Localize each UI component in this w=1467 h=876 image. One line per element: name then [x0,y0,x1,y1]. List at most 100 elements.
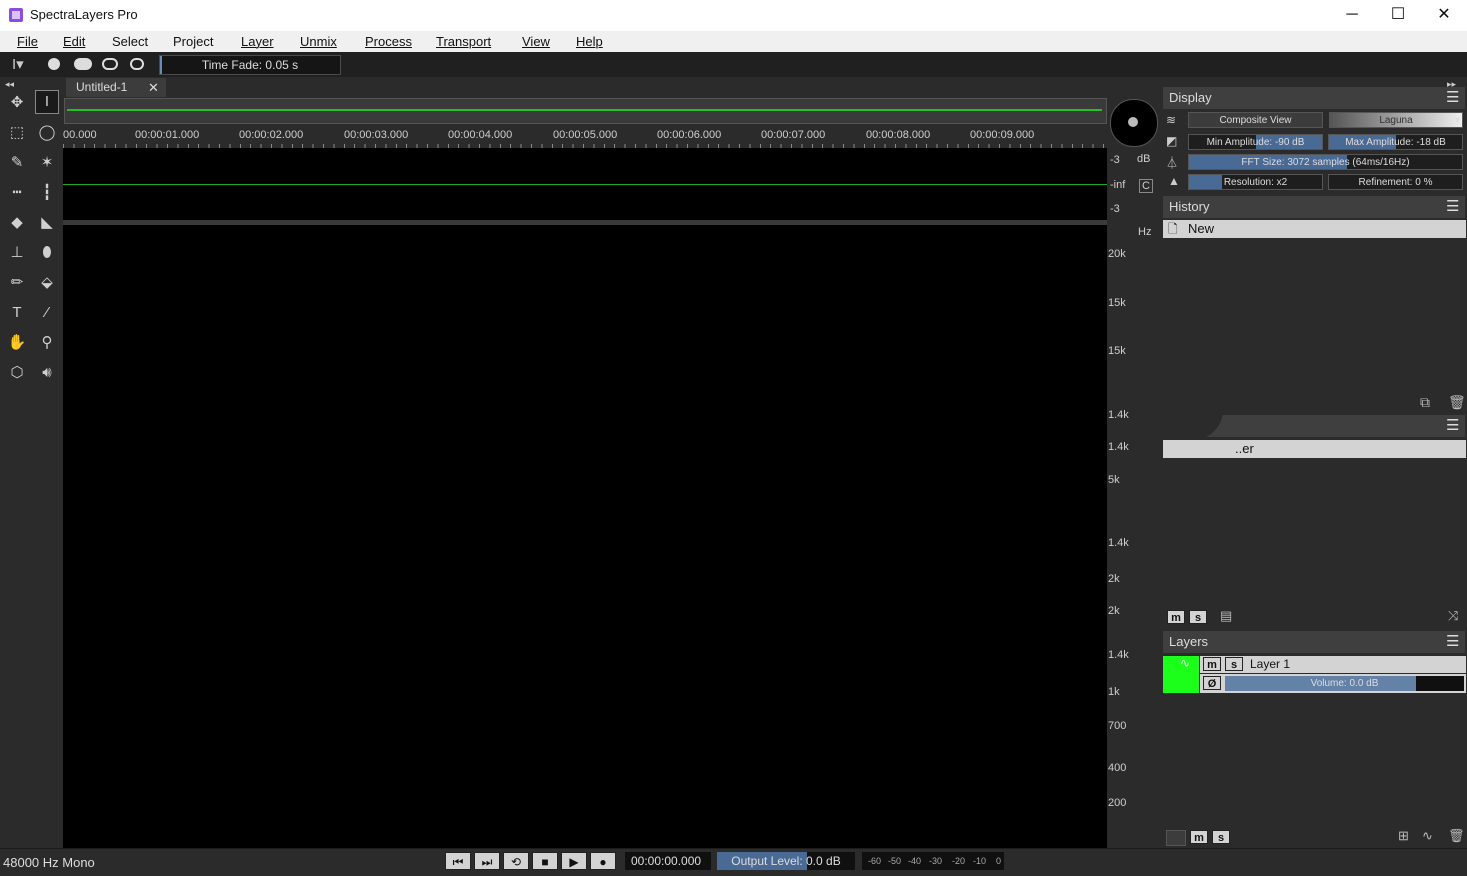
menu-view[interactable]: View [522,34,550,49]
layer-color-button[interactable] [1166,830,1186,846]
document-tab[interactable]: Untitled-1 ✕ [66,78,166,97]
collapse-left-icon[interactable]: ◂◂ [5,79,14,90]
play-button[interactable]: ▶ [561,852,587,870]
delete-layer-icon[interactable]: 🗑︎ [1448,828,1465,844]
menu-help[interactable]: Help [576,34,603,49]
overview-bar[interactable] [64,98,1107,124]
speaker-icon[interactable]: 🔊︎ [36,362,58,384]
list-icon[interactable]: ▤ [1220,608,1232,624]
display-menu-icon[interactable]: ☰ [1446,88,1459,106]
trash-icon[interactable]: 🗑︎ [1448,394,1466,411]
freq-label: 1.4k [1108,537,1129,549]
hand-icon[interactable]: ✋ [6,332,28,354]
loop-button[interactable]: ⟲ [503,852,529,870]
layers-solo-all-button[interactable]: s [1212,830,1230,844]
layer-name[interactable]: Layer 1 [1250,657,1290,671]
document-tab-bar [63,77,1107,97]
lasso-icon[interactable]: ◯ [36,122,58,144]
app-icon [9,8,23,22]
move-icon[interactable]: ✥ [6,92,28,114]
harmonic-select-icon[interactable]: ┅ [6,182,28,204]
wave-scale-label: -3 [1110,154,1120,166]
add-audio-layer-icon[interactable]: ∿ [1422,828,1433,844]
history-item[interactable]: 🗋︎ New [1163,220,1466,238]
blend-mode-4-icon[interactable] [130,58,144,70]
tab-close-icon[interactable]: ✕ [148,78,159,97]
fill-icon[interactable]: ⬙ [36,272,58,294]
history-menu-icon[interactable]: ☰ [1446,197,1459,215]
maximize-button[interactable]: ☐ [1375,0,1421,31]
menu-project[interactable]: Project [173,34,213,49]
menu-file[interactable]: File [17,34,38,49]
menu-unmix[interactable]: Unmix [300,34,337,49]
ruler-label: 00:00:09.000 [970,129,1035,141]
time-tool-dropdown-icon[interactable]: I▾ [12,55,24,73]
right-panels [1161,77,1467,848]
eyedropper-icon[interactable]: ⁄ [36,302,58,324]
text-icon[interactable]: T [6,302,28,324]
ruler-label: 00:00:02.000 [239,129,304,141]
cube-icon[interactable]: ⬡ [6,362,28,384]
layer-waveform-icon: ∿ [1180,656,1191,670]
magic-wand-icon[interactable]: ✶ [36,152,58,174]
audio-format: 48000 Hz Mono [3,855,95,870]
eraser-icon[interactable]: ◆ [6,212,28,234]
bandage-icon[interactable]: ⬮ [36,242,58,264]
add-layer-icon[interactable]: ⊞ [1398,828,1409,844]
channel-button[interactable]: C [1139,179,1153,193]
brush-icon[interactable]: ✏ [6,272,28,294]
copy-icon[interactable]: ⧉ [1420,394,1430,411]
middle-panel-item[interactable]: ..er [1163,440,1466,458]
blend-mode-3-icon[interactable] [102,58,118,70]
rect-select-icon[interactable]: ⬚ [6,122,28,144]
middle-panel-menu-icon[interactable]: ☰ [1446,416,1459,434]
min-amplitude-slider[interactable]: Min Amplitude: -90 dB [1188,134,1323,150]
blend-mode-1-icon[interactable] [48,58,60,70]
vertical-select-icon[interactable]: ┇ [36,182,58,204]
stamp-icon[interactable]: ⊥ [6,242,28,264]
stop-button[interactable]: ■ [532,852,558,870]
eraser-soft-icon[interactable]: ◣ [36,212,58,234]
go-to-end-button[interactable]: ⏭ [474,852,500,870]
document-icon: 🗋︎ [1168,222,1178,236]
layers-title: Layers [1169,634,1209,649]
history-title: History [1169,199,1210,214]
go-to-start-button[interactable]: ⏮ [445,852,471,870]
freq-label: 1k [1108,686,1120,698]
mute-button[interactable]: m [1167,610,1185,624]
menu-select[interactable]: Select [112,34,148,49]
output-level-slider[interactable]: Output Level: 0.0 dB [717,852,855,870]
menu-transport[interactable]: Transport [436,34,491,49]
fft-size-slider[interactable]: FFT Size: 3072 samples (64ms/16Hz) [1188,154,1463,170]
menu-edit[interactable]: Edit [63,34,85,49]
layers-menu-icon[interactable]: ☰ [1446,632,1459,650]
spectrogram-view[interactable] [63,225,1107,848]
record-button[interactable]: ● [590,852,616,870]
time-select-icon[interactable]: I [35,90,59,114]
zoom-icon[interactable]: ⚲ [36,332,58,354]
palette-dropdown[interactable]: Laguna ▾ [1329,112,1463,128]
menu-layer[interactable]: Layer [241,34,274,49]
solo-button[interactable]: s [1189,610,1207,624]
waveform-trace [63,184,1107,185]
freq-label: 2k [1108,605,1120,617]
shuffle-icon[interactable]: ⤨ [1448,608,1458,624]
freq-unit-label: Hz [1138,226,1152,238]
blend-mode-2-icon[interactable] [74,58,92,70]
menu-process[interactable]: Process [365,34,412,49]
resolution-slider[interactable]: Resolution: x2 [1188,174,1323,190]
max-amplitude-slider[interactable]: Max Amplitude: -18 dB [1328,134,1463,150]
time-fade-field[interactable]: Time Fade: 0.05 s [159,55,341,75]
refinement-slider[interactable]: Refinement: 0 % [1328,174,1463,190]
phase-invert-icon[interactable]: Ø [1203,676,1221,690]
brush-select-icon[interactable]: ✎ [6,152,28,174]
close-button[interactable]: ✕ [1421,0,1467,31]
layers-mute-all-button[interactable]: m [1190,830,1208,844]
composite-view-button[interactable]: Composite View [1188,112,1323,128]
minimize-button[interactable]: ─ [1329,0,1375,31]
timecode-display[interactable]: 00:00:00.000 [625,852,711,870]
layer-solo-button[interactable]: s [1225,657,1243,671]
layer-volume-slider[interactable]: Volume: 0.0 dB [1225,676,1464,691]
menu-bar [0,31,1467,52]
layer-mute-button[interactable]: m [1203,657,1221,671]
